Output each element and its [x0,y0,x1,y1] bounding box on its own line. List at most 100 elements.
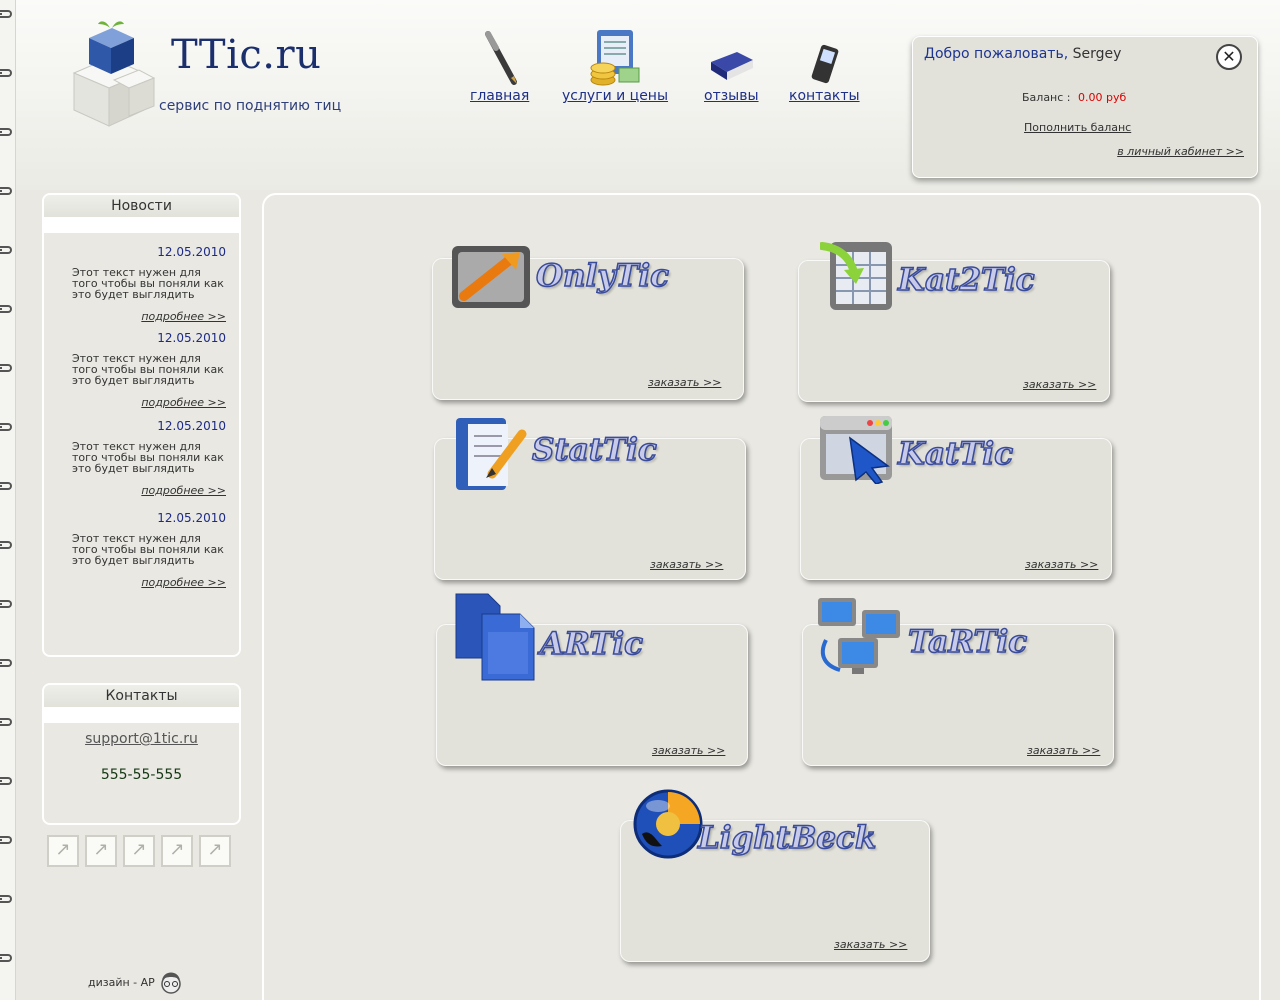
contacts-box: Контакты support@1tic.ru 555-55-555 [42,683,241,825]
order-link[interactable]: заказать >> [1027,744,1100,757]
arrow-up-right-icon: ↗ [131,839,147,860]
news-text: Этот текст нужен для того чтобы вы понял… [72,440,224,475]
news-item: 12.05.2010 Этот текст нужен для того что… [72,331,226,409]
news-more-link[interactable]: подробнее >> [72,310,226,323]
contact-phone: 555-55-555 [100,767,183,783]
service-title-stattic: StatTic [531,431,657,469]
arrow-up-right-icon: ↗ [207,839,223,860]
welcome-label: Добро пожаловать, [924,46,1069,62]
news-text: Этот текст нужен для того чтобы вы понял… [72,352,224,387]
news-text: Этот текст нужен для того чтобы вы понял… [72,266,224,301]
counter-badge-5[interactable]: ↗ [199,835,231,867]
news-item: 12.05.2010 Этот текст нужен для того что… [72,511,226,589]
designer-face-icon [161,972,181,994]
spiral-ring [0,10,12,18]
documents-icon [455,593,535,681]
user-panel: Добро пожаловать, Sergey ✕ Баланс : 0.00… [912,36,1258,178]
spiral-ring [0,777,12,785]
news-more-link[interactable]: подробнее >> [72,484,226,497]
nav-services-link[interactable]: услуги и цены [562,88,668,104]
service-title-artic: ARTic [539,625,644,663]
spiral-binding [0,0,16,1000]
order-link[interactable]: заказать >> [652,744,725,757]
news-date: 12.05.2010 [157,331,226,345]
service-title-tartic: TaRTic [907,623,1028,661]
user-name: Sergey [1072,46,1122,62]
welcome-text: Добро пожаловать, Sergey [924,46,1121,62]
order-link[interactable]: заказать >> [1023,378,1096,391]
counter-badge-1[interactable]: ↗ [47,835,79,867]
counter-badge-3[interactable]: ↗ [123,835,155,867]
site-title: TTic.ru [171,32,322,78]
service-title-kattic: KatTic [897,435,1014,473]
book-icon [711,52,754,80]
news-box: Новости 12.05.2010 Этот текст нужен для … [42,193,241,657]
notebook-pencil-icon [456,418,527,490]
globe-icon [633,789,703,859]
contacts-title: Контакты [44,685,239,707]
service-title-lightbeck: LightBeck [697,819,877,857]
nav-contacts[interactable]: контакты [789,28,860,104]
network-computers-icon [818,598,900,674]
news-divider [44,217,239,233]
counter-badge-4[interactable]: ↗ [161,835,193,867]
nav-contacts-link[interactable]: контакты [789,88,860,104]
service-title-onlytic: OnlyTic [535,257,670,295]
order-link[interactable]: заказать >> [648,376,721,389]
nav-home-link[interactable]: главная [470,88,529,104]
contacts-divider [44,707,239,723]
order-link[interactable]: заказать >> [1025,558,1098,571]
nav-home[interactable]: главная [470,28,529,104]
news-more-link[interactable]: подробнее >> [72,576,226,589]
balance-value: 0.00 руб [1078,91,1127,104]
spiral-ring [0,541,12,549]
spiral-ring [0,482,12,490]
news-text: Этот текст нужен для того чтобы вы понял… [72,532,224,567]
spiral-ring [0,423,12,431]
logout-close-button[interactable]: ✕ [1216,44,1242,70]
spiral-ring [0,128,12,136]
coins-icon [590,30,640,86]
site-tagline: сервис по поднятию тиц [159,98,342,114]
spiral-ring [0,895,12,903]
spiral-ring [0,600,12,608]
news-date: 12.05.2010 [157,419,226,433]
nav-reviews-link[interactable]: отзывы [704,88,759,104]
arrow-up-right-icon: ↗ [169,839,185,860]
cabinet-link[interactable]: в личный кабинет >> [1117,145,1244,158]
design-credit: дизайн - АР [88,976,155,989]
window-cursor-icon [820,416,892,484]
table-arrow-icon [820,242,892,310]
spiral-ring [0,305,12,313]
news-item: 12.05.2010 Этот текст нужен для того что… [72,419,226,497]
balance: Баланс : 0.00 руб [1022,91,1126,104]
spiral-ring [0,364,12,372]
pen-icon [484,31,517,85]
spiral-ring [0,836,12,844]
arrow-up-right-icon: ↗ [55,839,71,860]
news-date: 12.05.2010 [157,511,226,525]
news-title: Новости [44,195,239,217]
logo-cubes-icon [72,21,156,127]
arrow-up-right-icon: ↗ [93,839,109,860]
spiral-ring [0,954,12,962]
chart-arrow-icon [452,246,530,308]
close-icon: ✕ [1222,47,1236,66]
news-date: 12.05.2010 [157,245,226,259]
counter-badge-2[interactable]: ↗ [85,835,117,867]
balance-label: Баланс : [1022,91,1071,104]
nav-reviews[interactable]: отзывы [704,28,759,104]
spiral-ring [0,718,12,726]
spiral-ring [0,187,12,195]
contact-email-link[interactable]: support@1tic.ru [44,731,239,747]
nav-services[interactable]: услуги и цены [562,28,668,104]
news-item: 12.05.2010 Этот текст нужен для того что… [72,245,226,323]
service-title-kat2tic: Kat2Tic [897,261,1035,299]
news-more-link[interactable]: подробнее >> [72,396,226,409]
topup-link[interactable]: Пополнить баланс [1024,121,1131,134]
spiral-ring [0,69,12,77]
order-link[interactable]: заказать >> [650,558,723,571]
spiral-ring [0,659,12,667]
order-link[interactable]: заказать >> [834,938,907,951]
phone-icon [811,44,839,84]
